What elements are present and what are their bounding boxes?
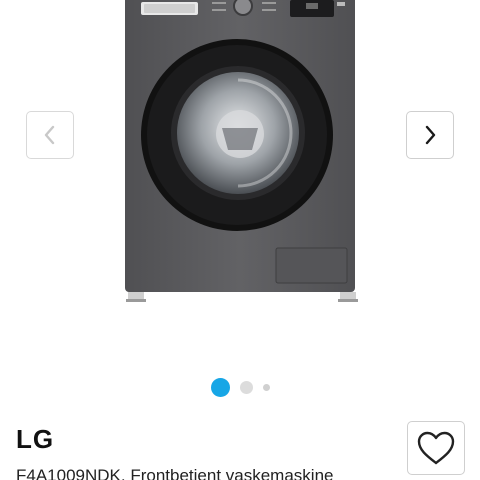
favorite-button[interactable] [407, 421, 465, 475]
brand-name: LG [16, 424, 55, 454]
gallery-pagination [0, 378, 480, 398]
product-image-gallery [0, 0, 480, 400]
chevron-left-icon [44, 125, 55, 145]
heart-icon [417, 431, 455, 465]
product-title: F4A1009NDK, Frontbetjent vaskemaskine [16, 466, 334, 480]
product-image-washing-machine [125, 0, 358, 302]
pagination-dot[interactable] [240, 381, 253, 394]
pagination-dot[interactable] [263, 384, 270, 391]
previous-image-button[interactable] [26, 111, 74, 159]
pagination-dot-active[interactable] [211, 378, 230, 397]
next-image-button[interactable] [406, 111, 454, 159]
chevron-right-icon [425, 125, 436, 145]
